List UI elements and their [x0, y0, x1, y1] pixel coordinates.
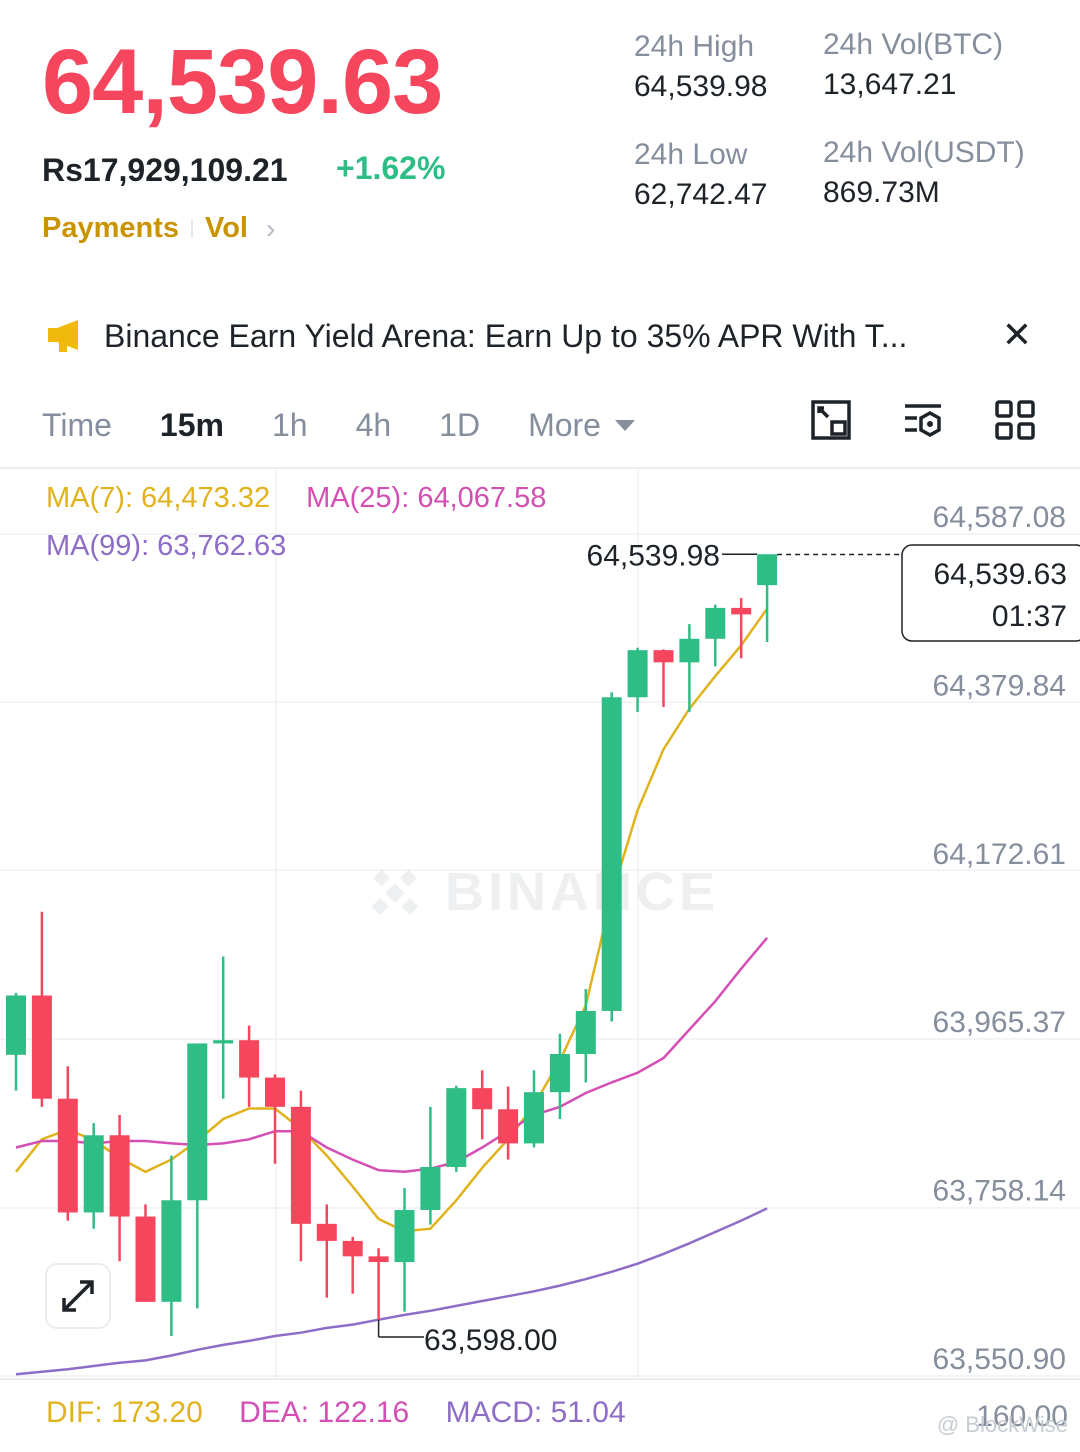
ma-legend-row-1: MA(7): 64,473.32 MA(25): 64,067.58: [46, 482, 546, 515]
stat-label: 24h Low: [634, 138, 748, 171]
watermark-text: BINANCE: [445, 862, 719, 922]
chevron-right-icon[interactable]: ›: [266, 213, 275, 245]
candle-down[interactable]: [135, 1216, 156, 1302]
current-price-label: 64,539.63: [934, 558, 1067, 591]
candle-up[interactable]: [161, 1200, 182, 1302]
low-marker-label: 63,598.00: [424, 1324, 557, 1357]
y-axis-label: 64,587.08: [933, 501, 1066, 534]
chart-watermark: BINANCE: [371, 862, 719, 922]
macd-value: MACD: 51.04: [445, 1396, 626, 1429]
tab-1d[interactable]: 1D: [439, 407, 480, 444]
candlestick-chart[interactable]: BINANCE 64,587.08 64,379.84 64,172.61 63,96…: [0, 470, 1080, 1380]
candle-countdown: 01:37: [992, 600, 1067, 633]
expand-arrows-icon: [62, 1280, 94, 1312]
vol-link[interactable]: Vol: [205, 212, 248, 245]
more-label: More: [528, 406, 601, 443]
chart-toolbar: [810, 398, 1036, 442]
timeframe-tabs: Time 15m 1h 4h 1D More: [42, 400, 683, 450]
stat-label: 24h Vol(BTC): [823, 28, 1004, 61]
candle-up[interactable]: [213, 1040, 234, 1044]
megaphone-icon: [48, 320, 78, 352]
candle-up[interactable]: [83, 1135, 104, 1213]
candle-up[interactable]: [524, 1092, 544, 1144]
y-axis-label: 63,550.90: [933, 1343, 1066, 1376]
change-percent: +1.62%: [336, 150, 446, 186]
candle-up[interactable]: [6, 995, 26, 1055]
stat-24h-low: 24h Low 62,742.47: [634, 138, 767, 212]
divider: [0, 1378, 1080, 1380]
ma-line-99: [15, 1207, 768, 1376]
stat-value: 869.73M: [823, 176, 940, 209]
candle-up[interactable]: [757, 554, 778, 586]
watermark-corner-text: @ BlockWise: [936, 1412, 1068, 1437]
candle-up[interactable]: [446, 1088, 467, 1167]
last-price: 64,539.63: [42, 31, 443, 133]
stat-label: 24h High: [634, 30, 755, 63]
candle-down[interactable]: [265, 1077, 285, 1107]
ma-legend-row-2: MA(99): 63,762.63: [46, 530, 286, 563]
candle-down[interactable]: [316, 1223, 337, 1241]
candle-up[interactable]: [394, 1210, 415, 1263]
tab-15m[interactable]: 15m: [160, 407, 224, 444]
candle-down[interactable]: [731, 607, 752, 615]
depth-chart-icon[interactable]: [810, 398, 852, 442]
y-axis-label: 64,172.61: [933, 838, 1066, 871]
tab-4h[interactable]: 4h: [356, 407, 392, 444]
grid-layout-icon[interactable]: [994, 398, 1036, 442]
close-icon[interactable]: ✕: [1002, 314, 1032, 356]
fiat-price: Rs17,929,109.21: [42, 152, 288, 188]
y-axis-label: 63,758.14: [933, 1175, 1066, 1208]
candle-down[interactable]: [290, 1106, 311, 1224]
link-divider: [191, 219, 194, 238]
candle-down[interactable]: [653, 650, 674, 663]
candle-up[interactable]: [679, 638, 700, 663]
stat-value: 13,647.21: [823, 68, 957, 101]
macd-dea: DEA: 122.16: [239, 1396, 410, 1429]
candle-down[interactable]: [239, 1040, 260, 1078]
y-axis-label: 63,965.37: [933, 1006, 1066, 1039]
tab-time[interactable]: Time: [42, 407, 112, 444]
divider: [0, 467, 1080, 469]
ma99-value: MA(99): 63,762.63: [46, 530, 287, 562]
stat-value: 64,539.98: [634, 70, 768, 103]
stat-24h-vol-usdt: 24h Vol(USDT) 869.73M: [823, 136, 1025, 210]
y-axis-label: 64,379.84: [933, 669, 1066, 702]
candle-up[interactable]: [549, 1054, 570, 1093]
stat-24h-vol-btc: 24h Vol(BTC) 13,647.21: [823, 28, 1003, 102]
candle-down[interactable]: [31, 995, 52, 1099]
stat-24h-high: 24h High 64,539.98: [634, 30, 767, 104]
macd-legend: DIF: 173.20 DEA: 122.16 MACD: 51.04: [46, 1396, 654, 1430]
candle-down[interactable]: [498, 1109, 519, 1144]
candle-down[interactable]: [109, 1135, 130, 1217]
macd-dif: DIF: 173.20: [46, 1396, 203, 1429]
indicator-settings-icon[interactable]: [902, 398, 944, 442]
tab-1h[interactable]: 1h: [272, 407, 308, 444]
candle-up[interactable]: [601, 697, 622, 1011]
candle-down[interactable]: [368, 1256, 389, 1263]
payments-link[interactable]: Payments: [42, 212, 179, 245]
candle-up[interactable]: [575, 1010, 596, 1055]
candle-up[interactable]: [187, 1043, 208, 1201]
announcement-banner[interactable]: Binance Earn Yield Arena: Earn Up to 35%…: [46, 310, 1036, 362]
tab-more[interactable]: More: [528, 407, 635, 444]
candle-down[interactable]: [342, 1240, 363, 1257]
fullscreen-button[interactable]: [45, 1263, 111, 1329]
candle-up[interactable]: [705, 607, 726, 639]
header-links: Payments Vol ›: [42, 212, 275, 245]
stat-value: 62,742.47: [634, 178, 768, 211]
ma25-value: MA(25): 64,067.58: [306, 482, 547, 514]
high-marker-label: 64,539.98: [587, 539, 720, 572]
candle-down[interactable]: [57, 1098, 78, 1213]
corner-watermark: @ BlockWise: [937, 1412, 1068, 1438]
ma7-value: MA(7): 64,473.32: [46, 482, 271, 514]
stat-label: 24h Vol(USDT): [823, 136, 1025, 169]
candle-up[interactable]: [627, 650, 648, 698]
candle-up[interactable]: [420, 1166, 441, 1211]
banner-text[interactable]: Binance Earn Yield Arena: Earn Up to 35%…: [104, 318, 984, 355]
caret-down-icon: [614, 419, 635, 431]
candle-down[interactable]: [472, 1088, 493, 1110]
